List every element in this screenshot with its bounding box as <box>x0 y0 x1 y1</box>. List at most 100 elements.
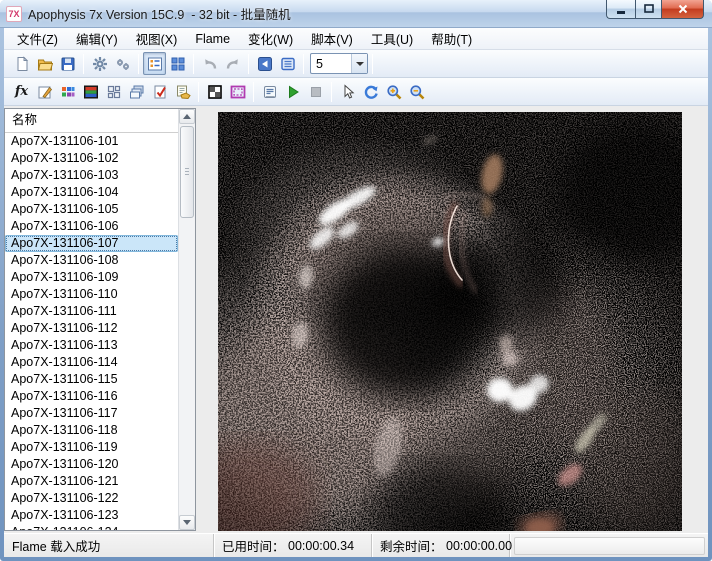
hand-document-icon <box>175 84 191 100</box>
list-item[interactable]: Apo7X-131106-123 <box>5 507 178 524</box>
undo-icon <box>202 56 218 72</box>
window-title: Apophysis 7x Version 15C.9 - 32 bit - 批量… <box>28 4 291 23</box>
flame-list[interactable]: 名称 Apo7X-131106-101Apo7X-131106-102Apo7X… <box>5 109 178 530</box>
list-item[interactable]: Apo7X-131106-111 <box>5 303 178 320</box>
render-to-disk-button[interactable] <box>171 80 194 103</box>
panel-splitter[interactable] <box>196 106 218 533</box>
list-scrollbar[interactable] <box>178 109 195 530</box>
list-item[interactable]: Apo7X-131106-102 <box>5 150 178 167</box>
list-item[interactable]: Apo7X-131106-116 <box>5 388 178 405</box>
options-button[interactable] <box>88 52 111 75</box>
fractal-preview[interactable] <box>218 112 682 531</box>
menu-item-7[interactable]: 帮助(T) <box>422 27 481 50</box>
list-view-button[interactable] <box>143 52 166 75</box>
fx-icon: fx <box>15 84 28 99</box>
toolbar-edit: fx <box>4 78 708 106</box>
edit-flame-button[interactable] <box>33 80 56 103</box>
list-item[interactable]: Apo7X-131106-118 <box>5 422 178 439</box>
redo-icon <box>225 56 241 72</box>
list-item[interactable]: Apo7X-131106-108 <box>5 252 178 269</box>
title-bar[interactable]: 7X Apophysis 7x Version 15C.9 - 32 bit -… <box>0 0 712 28</box>
undo-button[interactable] <box>198 52 221 75</box>
edit-pencil-icon <box>37 84 53 100</box>
list-view-icon <box>147 56 163 72</box>
list-item[interactable]: Apo7X-131106-105 <box>5 201 178 218</box>
redo-button[interactable] <box>221 52 244 75</box>
mutation-button[interactable] <box>102 80 125 103</box>
menu-item-3[interactable]: Flame <box>186 30 239 48</box>
progress-panel <box>514 537 705 555</box>
check-document-icon <box>152 84 168 100</box>
list-item[interactable]: Apo7X-131106-121 <box>5 473 178 490</box>
list-item[interactable]: Apo7X-131106-103 <box>5 167 178 184</box>
menu-item-2[interactable]: 视图(X) <box>127 27 187 50</box>
panel-icon <box>280 56 296 72</box>
toolbar-main: 5 <box>4 50 708 78</box>
toolbar-separator <box>138 54 139 74</box>
remaining-label: 剩余时间： <box>380 536 443 555</box>
minimize-button[interactable] <box>606 0 635 19</box>
app-window: 7X Apophysis 7x Version 15C.9 - 32 bit -… <box>0 0 712 561</box>
scrollbar-thumb[interactable] <box>180 126 194 218</box>
toolbar-separator <box>193 54 194 74</box>
list-item[interactable]: Apo7X-131106-120 <box>5 456 178 473</box>
menu-item-5[interactable]: 脚本(V) <box>302 27 362 50</box>
select-mode-button[interactable] <box>336 80 359 103</box>
list-item[interactable]: Apo7X-131106-114 <box>5 354 178 371</box>
list-item[interactable]: Apo7X-131106-106 <box>5 218 178 235</box>
reset-location-button[interactable] <box>253 52 276 75</box>
toolbar-separator <box>248 54 249 74</box>
list-item[interactable]: Apo7X-131106-115 <box>5 371 178 388</box>
toolbar-separator <box>198 82 199 102</box>
list-item[interactable]: Apo7X-131106-113 <box>5 337 178 354</box>
toggle-panel-button[interactable] <box>276 52 299 75</box>
list-item[interactable]: Apo7X-131106-117 <box>5 405 178 422</box>
list-item[interactable]: Apo7X-131106-101 <box>5 133 178 150</box>
menu-item-4[interactable]: 变化(W) <box>239 27 302 50</box>
close-button[interactable] <box>662 0 704 19</box>
zoom-in-button[interactable] <box>382 80 405 103</box>
adjust-palette-button[interactable] <box>56 80 79 103</box>
status-message: Flame 载入成功 <box>4 534 214 557</box>
menu-item-1[interactable]: 编辑(Y) <box>67 27 127 50</box>
scroll-up-button[interactable] <box>179 109 195 124</box>
batch-options-button[interactable] <box>111 52 134 75</box>
play-icon <box>285 84 301 100</box>
list-item[interactable]: Apo7X-131106-107 <box>5 235 178 252</box>
remaining-value: 00:00:00.00 <box>446 539 512 553</box>
list-item[interactable]: Apo7X-131106-122 <box>5 490 178 507</box>
stop-script-button[interactable] <box>304 80 327 103</box>
render-flame-button[interactable] <box>148 80 171 103</box>
run-script-button[interactable] <box>281 80 304 103</box>
toggle-transparency-button[interactable] <box>203 80 226 103</box>
menu-item-6[interactable]: 工具(U) <box>362 27 422 50</box>
zoom-out-icon <box>409 84 425 100</box>
list-item[interactable]: Apo7X-131106-104 <box>5 184 178 201</box>
toolbar-separator <box>303 54 304 74</box>
list-item[interactable]: Apo7X-131106-110 <box>5 286 178 303</box>
list-item[interactable]: Apo7X-131106-112 <box>5 320 178 337</box>
zoom-out-button[interactable] <box>405 80 428 103</box>
script-editor-button[interactable] <box>258 80 281 103</box>
open-button[interactable] <box>33 52 56 75</box>
render-frame-button[interactable] <box>226 80 249 103</box>
gradient-editor-button[interactable] <box>79 80 102 103</box>
arrow-down-icon <box>183 520 191 525</box>
transform-editor-button[interactable]: fx <box>10 80 33 103</box>
scroll-down-button[interactable] <box>179 515 195 530</box>
quality-select[interactable]: 5 <box>310 53 368 74</box>
duplicate-flame-button[interactable] <box>125 80 148 103</box>
list-item[interactable]: Apo7X-131106-119 <box>5 439 178 456</box>
list-item[interactable]: Apo7X-131106-124 <box>5 524 178 530</box>
menu-item-0[interactable]: 文件(Z) <box>8 27 67 50</box>
new-flame-button[interactable] <box>10 52 33 75</box>
thumbnail-view-button[interactable] <box>166 52 189 75</box>
main-area: 名称 Apo7X-131106-101Apo7X-131106-102Apo7X… <box>4 106 708 533</box>
maximize-button[interactable] <box>635 0 662 19</box>
rotate-mode-button[interactable] <box>359 80 382 103</box>
chevron-down-icon <box>356 62 364 66</box>
list-item[interactable]: Apo7X-131106-109 <box>5 269 178 286</box>
toolbar-separator <box>253 82 254 102</box>
combo-dropdown-button[interactable] <box>351 54 367 73</box>
save-button[interactable] <box>56 52 79 75</box>
